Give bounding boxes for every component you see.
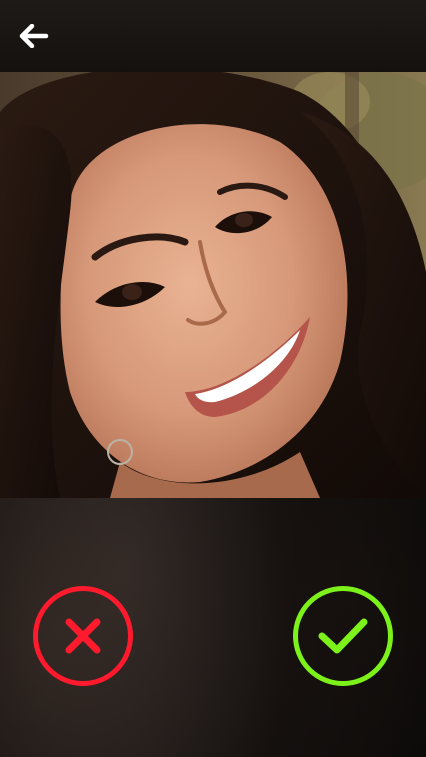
back-button[interactable]	[14, 18, 54, 54]
photo-review-screen	[0, 0, 426, 757]
arrow-left-icon	[19, 24, 49, 48]
accept-button[interactable]	[293, 586, 393, 686]
checkmark-icon	[318, 618, 368, 654]
reject-button[interactable]	[33, 586, 133, 686]
profile-photo	[0, 72, 426, 498]
top-bar	[0, 0, 426, 72]
x-icon	[65, 618, 101, 654]
portrait-illustration	[0, 72, 426, 498]
